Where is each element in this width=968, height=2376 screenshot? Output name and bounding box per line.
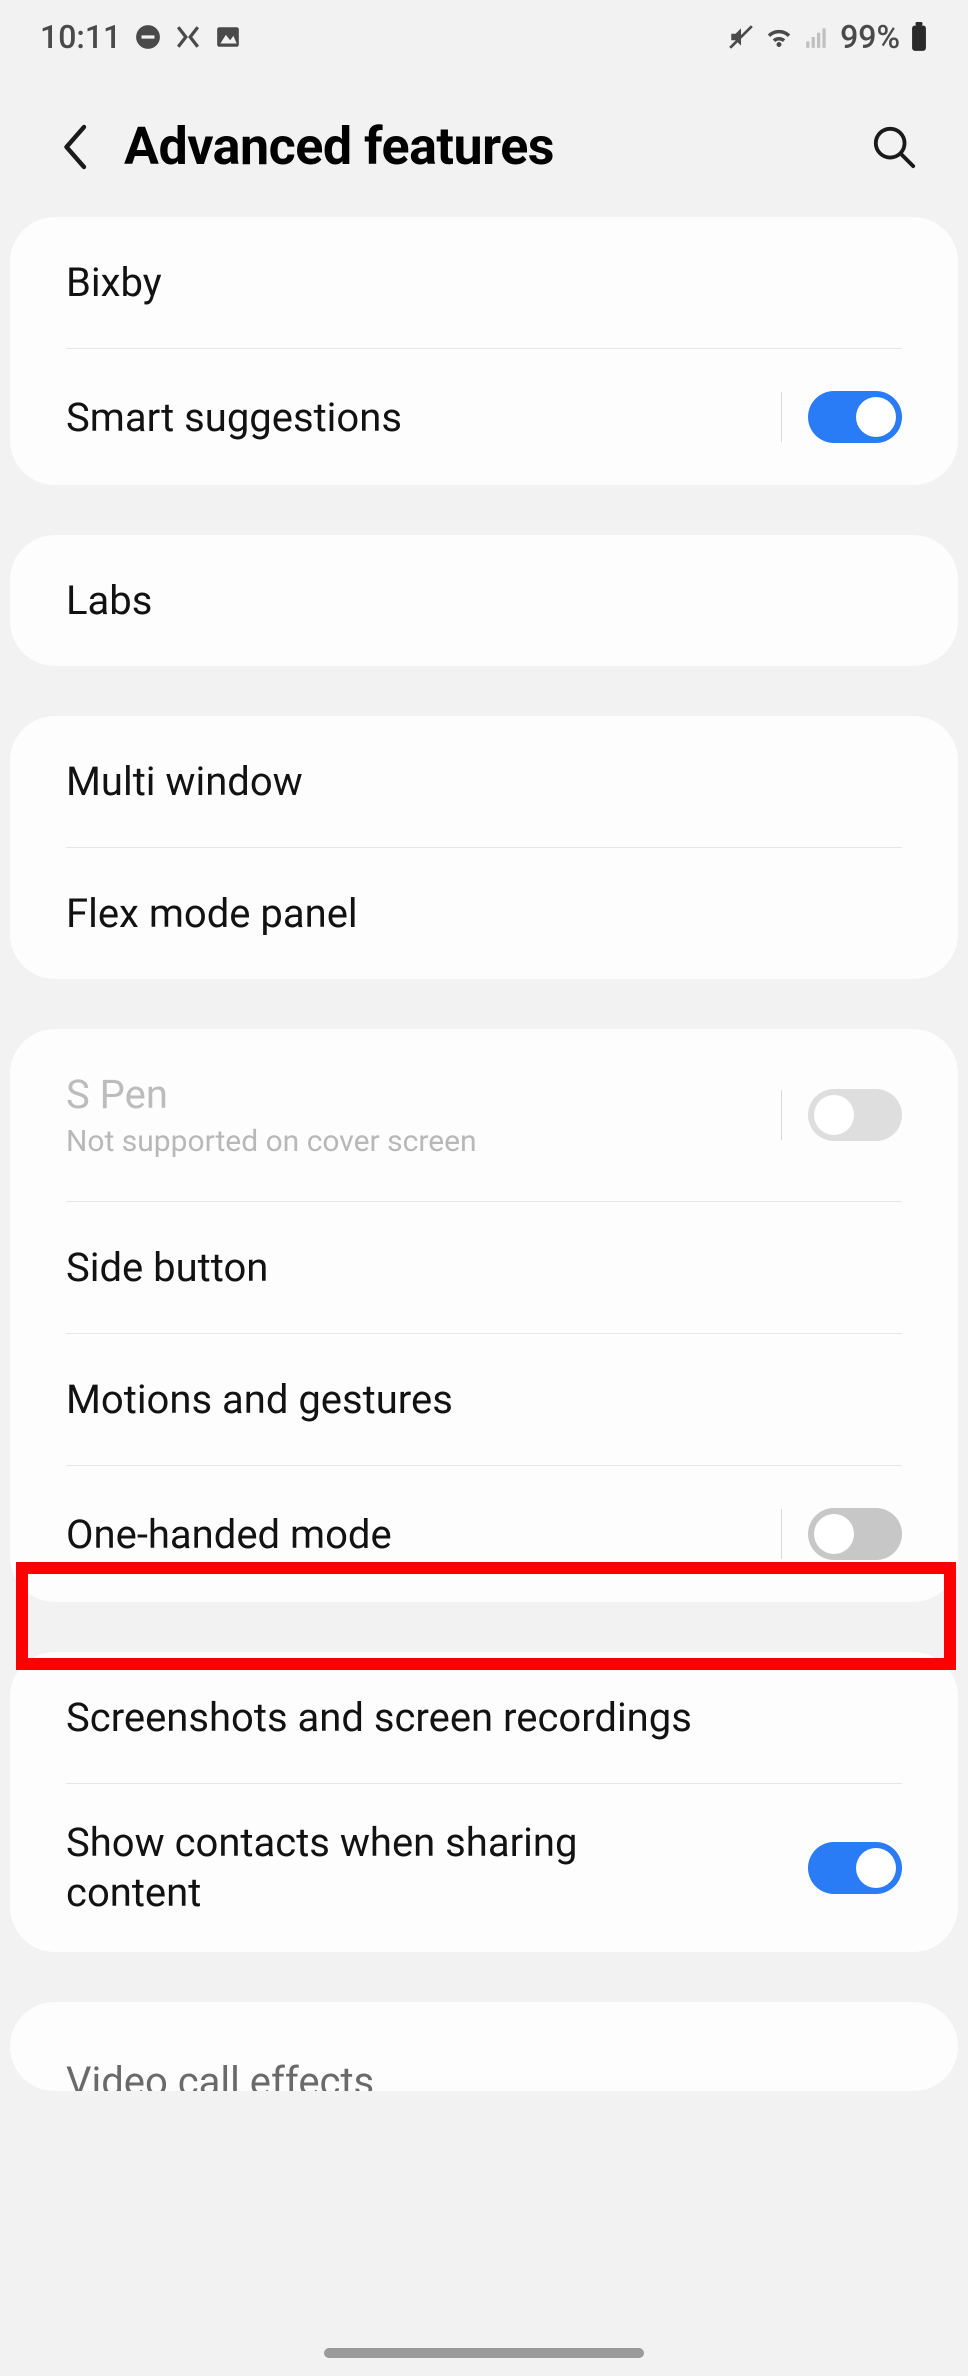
settings-group: Labs [10, 535, 958, 666]
row-bixby[interactable]: Bixby [10, 217, 958, 348]
page-title: Advanced features [124, 116, 864, 177]
status-left: 10:11 [40, 18, 241, 56]
row-label: One-handed mode [66, 1511, 781, 1558]
row-label: Motions and gestures [66, 1376, 902, 1423]
toggle-one-handed-mode[interactable] [808, 1508, 902, 1560]
battery-percent: 99% [840, 18, 900, 56]
picture-icon [215, 24, 241, 50]
toggle-separator [781, 1090, 782, 1140]
row-label: Video call effects [66, 2058, 902, 2091]
row-flex-mode-panel[interactable]: Flex mode panel [10, 848, 958, 979]
dnd-icon [135, 24, 161, 50]
settings-group: Screenshots and screen recordings Show c… [10, 1652, 958, 1952]
search-icon [871, 124, 917, 170]
row-screenshots-recordings[interactable]: Screenshots and screen recordings [10, 1652, 958, 1783]
toggle-separator [781, 1509, 782, 1559]
toggle-wrap [781, 391, 902, 443]
page-header: Advanced features [0, 66, 968, 217]
row-label: Screenshots and screen recordings [66, 1694, 902, 1741]
home-indicator[interactable] [324, 2348, 644, 2358]
row-subtext: Not supported on cover screen [66, 1124, 781, 1159]
settings-group: Video call effects [10, 2002, 958, 2091]
row-label: Flex mode panel [66, 890, 902, 937]
toggle-s-pen [808, 1089, 902, 1141]
status-right: 99% [728, 18, 928, 56]
row-s-pen: S Pen Not supported on cover screen [10, 1029, 958, 1201]
row-label: Show contacts when sharing content [66, 1818, 686, 1918]
toggle-wrap [781, 1508, 902, 1560]
row-label: Multi window [66, 758, 902, 805]
status-bar: 10:11 99% [0, 0, 968, 66]
mute-icon [728, 24, 754, 50]
back-button[interactable] [44, 117, 104, 177]
battery-icon [910, 22, 928, 52]
settings-group: Multi window Flex mode panel [10, 716, 958, 979]
settings-group: S Pen Not supported on cover screen Side… [10, 1029, 958, 1602]
signal-icon [804, 24, 830, 50]
row-label: Bixby [66, 259, 902, 306]
row-label: S Pen [66, 1071, 781, 1118]
toggle-separator [781, 392, 782, 442]
row-side-button[interactable]: Side button [10, 1202, 958, 1333]
toggle-smart-suggestions[interactable] [808, 391, 902, 443]
row-label: Smart suggestions [66, 394, 781, 441]
row-motions-and-gestures[interactable]: Motions and gestures [10, 1334, 958, 1465]
row-label: Side button [66, 1244, 902, 1291]
toggle-wrap [808, 1842, 902, 1894]
wifi-icon [764, 24, 794, 50]
row-smart-suggestions[interactable]: Smart suggestions [10, 349, 958, 485]
settings-group: Bixby Smart suggestions [10, 217, 958, 485]
row-show-contacts-sharing[interactable]: Show contacts when sharing content [10, 1784, 958, 1952]
row-multi-window[interactable]: Multi window [10, 716, 958, 847]
search-button[interactable] [864, 117, 924, 177]
chevron-left-icon [57, 122, 91, 172]
toggle-show-contacts[interactable] [808, 1842, 902, 1894]
row-one-handed-mode[interactable]: One-handed mode [10, 1466, 958, 1602]
row-label: Labs [66, 577, 902, 624]
row-labs[interactable]: Labs [10, 535, 958, 666]
status-time: 10:11 [40, 18, 121, 56]
row-video-call-effects[interactable]: Video call effects [10, 2002, 958, 2091]
x-app-icon [175, 24, 201, 50]
toggle-wrap [781, 1089, 902, 1141]
